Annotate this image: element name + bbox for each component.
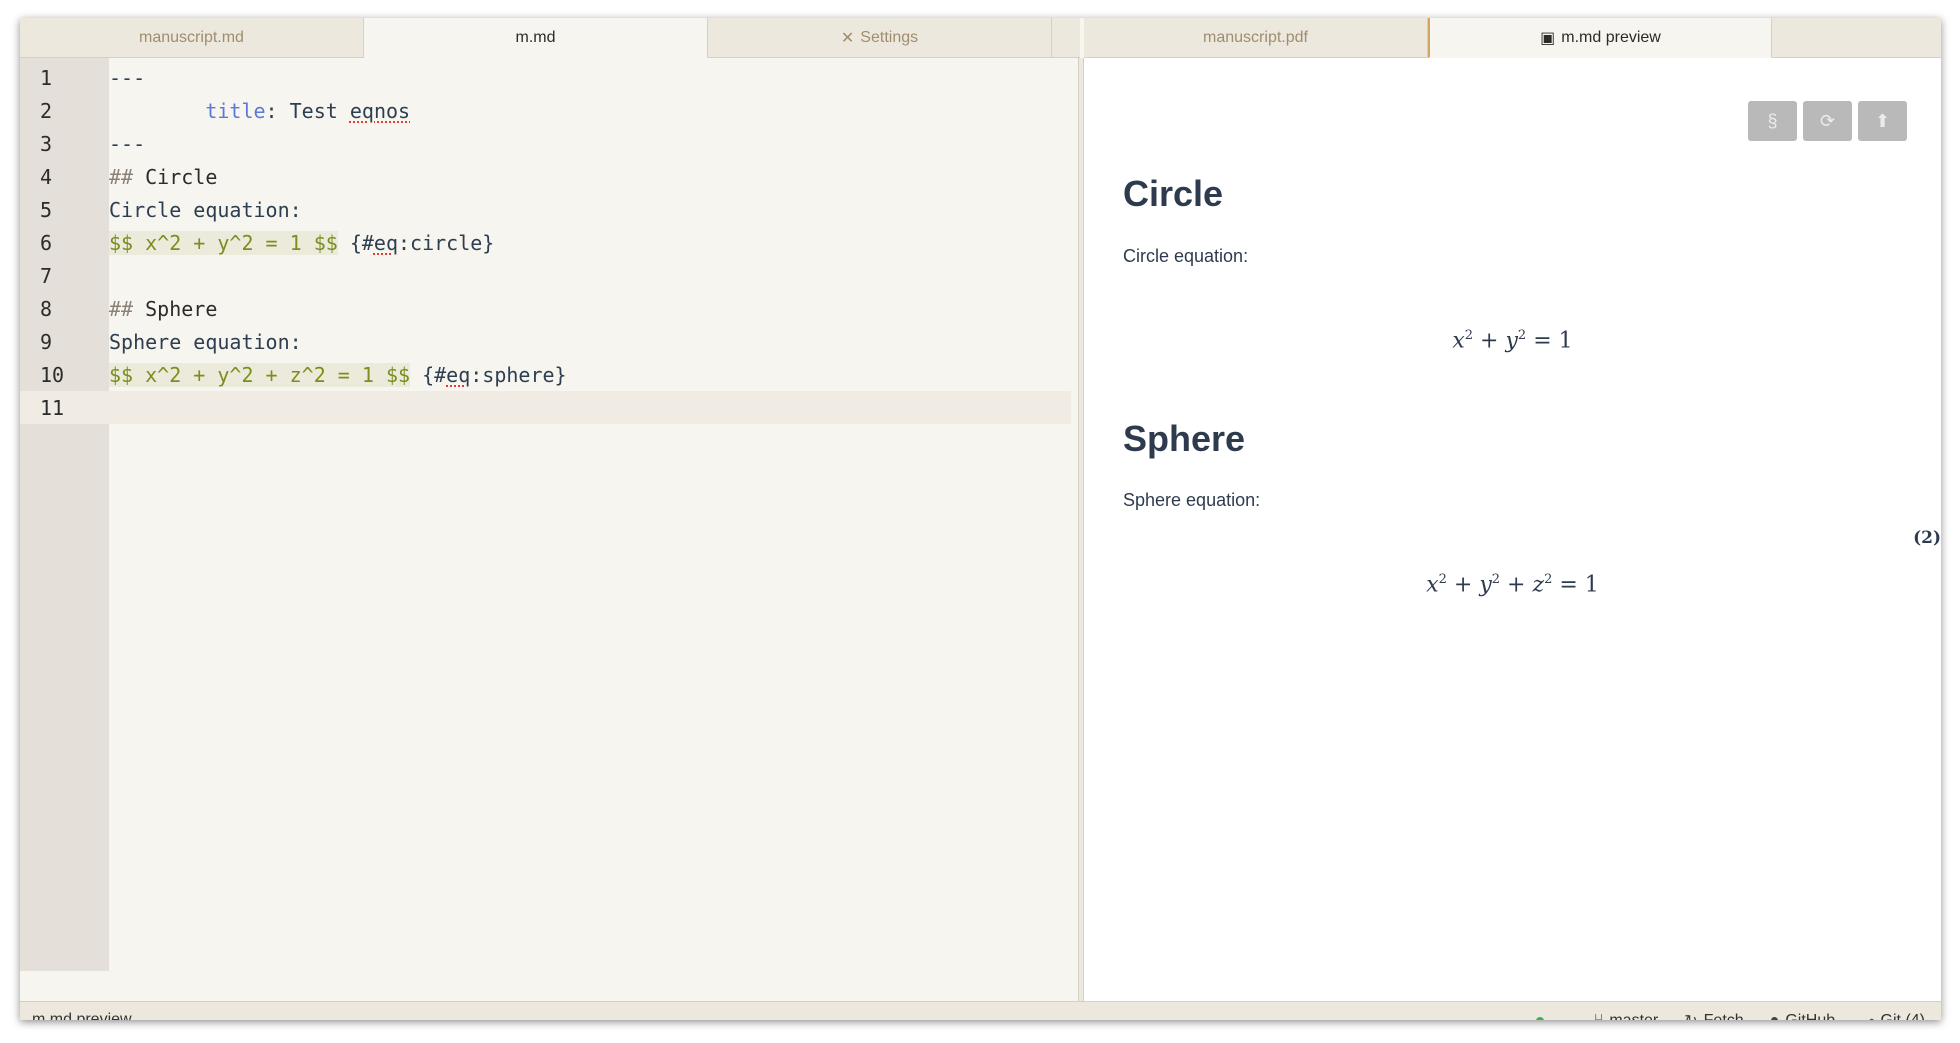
tools-icon: ✕	[840, 30, 855, 47]
tab-manuscript-pdf[interactable]: manuscript.pdf	[1084, 18, 1428, 58]
misspelled-word[interactable]: eq	[374, 231, 398, 255]
editor-line[interactable]: 2 title: Test eqnos	[20, 94, 1071, 127]
preview-heading: Sphere	[1123, 418, 1246, 459]
github-icon: ●	[1769, 1011, 1780, 1021]
editor-pane[interactable]: 1 --- 2 title: Test eqnos 3 --- 4 ## Cir…	[20, 58, 1078, 1001]
refresh-button[interactable]: ⟳	[1803, 101, 1852, 141]
line-text: Circle equation:	[109, 197, 302, 222]
tab-label: m.md preview	[1561, 28, 1661, 46]
preview-paragraph: Circle equation:	[1123, 246, 1249, 266]
preview-pane: § ⟳ ⬆ Circle Circle equation: x2 + y2 = …	[1084, 58, 1941, 1001]
line-number: 8	[40, 296, 53, 321]
editor-line[interactable]: 8 ## Sphere	[20, 292, 1071, 325]
upload-button[interactable]: ⬆	[1858, 101, 1907, 141]
tab-m-md-preview[interactable]: ▣ m.md preview	[1428, 18, 1772, 58]
tab-label: manuscript.pdf	[1203, 29, 1308, 46]
tab-label: Settings	[860, 29, 919, 46]
preview-paragraph: Sphere equation:	[1123, 490, 1261, 510]
section-button[interactable]: §	[1748, 101, 1797, 141]
preview-equation: x2 + y2 + z2 = 1	[1426, 572, 1599, 598]
tab-label: m.md	[515, 28, 556, 46]
attr-close: :circle}	[398, 230, 495, 255]
line-number: 5	[40, 197, 53, 222]
fetch-label: Fetch	[1703, 1011, 1744, 1021]
right-tab-bar: manuscript.pdf ▣ m.md preview	[1084, 18, 1941, 58]
yaml-key: title	[205, 98, 266, 123]
misspelled-word[interactable]: eq	[446, 363, 470, 387]
heading-marker: ##	[109, 164, 146, 189]
branch-button[interactable]: ⑂ master	[1594, 1012, 1659, 1021]
preview-equation: x2 + y2 = 1	[1452, 328, 1573, 354]
line-text: ---	[109, 131, 146, 156]
editor-line-current[interactable]: 11	[20, 391, 1071, 424]
git-button[interactable]: ⊸ Git (4)	[1861, 1011, 1925, 1021]
sync-icon: ↻	[1684, 1011, 1697, 1021]
status-title: m.md preview	[32, 1011, 132, 1020]
tab-manuscript-md[interactable]: manuscript.md	[20, 18, 364, 58]
math-block: $$ x^2 + y^2 + z^2 = 1 $$	[109, 362, 411, 387]
editor-line[interactable]: 10 $$ x^2 + y^2 + z^2 = 1 $$ {#eq:sphere…	[20, 358, 1071, 391]
editor-line[interactable]: 5 Circle equation:	[20, 193, 1071, 226]
line-text: Sphere equation:	[109, 329, 302, 354]
equation-number: (2)	[1913, 528, 1941, 548]
fetch-button[interactable]: ↻ Fetch	[1684, 1011, 1743, 1021]
heading-text: Sphere	[145, 296, 218, 321]
line-number: 9	[40, 329, 53, 354]
tab-label: manuscript.md	[139, 29, 244, 46]
math-block: $$ x^2 + y^2 = 1 $$	[109, 230, 338, 255]
tab-m-md[interactable]: m.md	[364, 18, 708, 58]
github-button[interactable]: ● GitHub	[1770, 1012, 1835, 1021]
git-commit-icon: ⊸	[1861, 1011, 1874, 1021]
line-number: 3	[40, 131, 53, 156]
github-label: GitHub	[1785, 1011, 1836, 1021]
heading-text: Circle	[145, 164, 218, 189]
editor-line[interactable]: 6 $$ x^2 + y^2 = 1 $$ {#eq:circle}	[20, 226, 1071, 259]
line-number: 1	[40, 65, 53, 90]
git-branch-icon: ⑂	[1593, 1011, 1604, 1021]
line-number: 7	[40, 263, 53, 288]
status-right-group: ⑂ master ↻ Fetch ● GitHub ⊸ Git (4)	[1535, 1002, 1925, 1021]
heading-marker: ##	[109, 296, 146, 321]
status-indicator	[1535, 1016, 1544, 1020]
yaml-value: Test	[289, 98, 350, 123]
editor-line[interactable]: 3 ---	[20, 127, 1071, 160]
attr-open: {#	[337, 230, 374, 255]
attr-close: :sphere}	[470, 362, 567, 387]
editor-line[interactable]: 4 ## Circle	[20, 160, 1071, 193]
line-number: 11	[40, 395, 65, 420]
branch-label: master	[1609, 1011, 1659, 1021]
preview-toolbar: § ⟳ ⬆	[1748, 101, 1907, 141]
yaml-separator: :	[265, 98, 290, 123]
git-label: Git (4)	[1880, 1011, 1925, 1021]
left-tab-bar: manuscript.md m.md ✕ Settings	[20, 18, 1080, 58]
editor-line[interactable]: 7	[20, 259, 1071, 292]
tab-settings[interactable]: ✕ Settings	[708, 18, 1052, 58]
line-number: 6	[40, 230, 53, 255]
line-number: 10	[40, 362, 65, 387]
misspelled-word[interactable]: eqnos	[350, 99, 410, 123]
attr-open: {#	[410, 362, 447, 387]
book-icon: ▣	[1540, 29, 1556, 47]
editor-line[interactable]: 9 Sphere equation:	[20, 325, 1071, 358]
status-bar: m.md preview ⑂ master ↻ Fetch ● GitHub ⊸…	[20, 1001, 1941, 1020]
preview-heading: Circle	[1123, 173, 1224, 214]
app-window: manuscript.md m.md ✕ Settings manuscript…	[20, 18, 1941, 1020]
line-number: 2	[40, 98, 53, 123]
line-number: 4	[40, 164, 53, 189]
